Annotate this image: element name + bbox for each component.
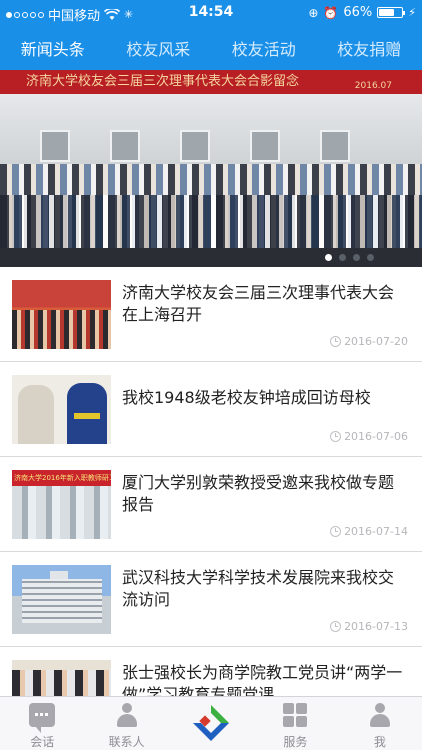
clock-icon bbox=[330, 336, 342, 347]
category-tab-bar: 新闻头条 校友风采 校友活动 校友捐赠 bbox=[0, 26, 422, 70]
tab-chats-label: 会话 bbox=[30, 735, 55, 749]
news-date-text: 2016-07-13 bbox=[344, 620, 408, 633]
news-title: 我校1948级老校友钟培成回访母校 bbox=[122, 388, 371, 407]
battery-percent: 66% bbox=[343, 5, 373, 20]
news-item[interactable]: 武汉科技大学科学技术发展院来我校交流访问 2016-07-13 bbox=[0, 552, 422, 647]
news-date: 2016-07-14 bbox=[330, 525, 408, 538]
tab-alumni-activities[interactable]: 校友活动 bbox=[226, 36, 302, 60]
clock-icon bbox=[330, 621, 342, 632]
news-date-text: 2016-07-14 bbox=[344, 525, 408, 538]
tab-alumni-profiles[interactable]: 校友风采 bbox=[120, 36, 196, 60]
page-dot-1[interactable] bbox=[325, 254, 332, 261]
tab-chats[interactable]: 会话 bbox=[0, 697, 84, 750]
news-thumbnail bbox=[12, 375, 111, 444]
news-date: 2016-07-20 bbox=[330, 335, 408, 348]
services-grid-icon bbox=[283, 703, 308, 727]
news-item[interactable]: 济南大学2016年新入职教师研习营 厦门大学别敦荣教授受邀来我校做专题报告 20… bbox=[0, 457, 422, 552]
news-date-text: 2016-07-20 bbox=[344, 335, 408, 348]
clock-icon bbox=[330, 431, 342, 442]
clock-icon bbox=[330, 526, 342, 537]
tab-contacts[interactable]: 联系人 bbox=[84, 697, 168, 750]
page-dot-2[interactable] bbox=[339, 254, 346, 261]
tab-news-headlines[interactable]: 新闻头条 bbox=[15, 36, 91, 60]
carousel-page-indicator[interactable] bbox=[325, 254, 374, 261]
status-bar: 中国移动 ✳ 14:54 ⊕ ⏰ 66% ⚡ bbox=[0, 0, 422, 26]
status-right: ⊕ ⏰ 66% ⚡ bbox=[308, 5, 416, 20]
news-item[interactable]: 济南大学校友会三届三次理事代表大会在上海召开 2016-07-20 bbox=[0, 267, 422, 362]
charging-bolt-icon: ⚡ bbox=[408, 6, 416, 19]
app-logo-icon bbox=[193, 705, 230, 741]
page-dot-4[interactable] bbox=[367, 254, 374, 261]
alarm-icon: ⏰ bbox=[323, 5, 339, 20]
news-title: 武汉科技大学科学技术发展院来我校交流访问 bbox=[122, 568, 395, 609]
banner-building-photo bbox=[0, 94, 422, 164]
banner-carousel[interactable]: 济南大学校友会三届三次理事代表大会合影留念 2016.07 bbox=[0, 70, 422, 267]
tab-me-label: 我 bbox=[373, 735, 386, 749]
me-icon bbox=[368, 703, 392, 727]
news-title: 济南大学校友会三届三次理事代表大会在上海召开 bbox=[122, 283, 395, 324]
tab-home-logo[interactable] bbox=[169, 697, 253, 750]
news-date: 2016-07-06 bbox=[330, 430, 408, 443]
battery-icon bbox=[377, 7, 406, 18]
tab-alumni-donations[interactable]: 校友捐赠 bbox=[331, 36, 407, 60]
contacts-icon bbox=[115, 703, 139, 727]
news-date-text: 2016-07-06 bbox=[344, 430, 408, 443]
news-item[interactable]: 我校1948级老校友钟培成回访母校 2016-07-06 bbox=[0, 362, 422, 457]
chat-icon bbox=[29, 703, 56, 733]
news-thumbnail bbox=[12, 565, 111, 634]
bottom-tab-bar: 会话 联系人 服务 我 bbox=[0, 696, 422, 750]
news-title: 厦门大学别敦荣教授受邀来我校做专题报告 bbox=[122, 473, 395, 514]
news-list: 济南大学校友会三届三次理事代表大会在上海召开 2016-07-20 我校1948… bbox=[0, 267, 422, 742]
banner-sign-text: 济南大学校友会三届三次理事代表大会合影留念 bbox=[26, 74, 300, 89]
banner-sign-date: 2016.07 bbox=[354, 81, 392, 91]
thumbnail-banner-text: 济南大学2016年新入职教师研习营 bbox=[12, 470, 111, 486]
page-dot-3[interactable] bbox=[353, 254, 360, 261]
tab-contacts-label: 联系人 bbox=[108, 735, 145, 749]
news-thumbnail bbox=[12, 280, 111, 349]
tab-me[interactable]: 我 bbox=[338, 697, 422, 750]
tab-services[interactable]: 服务 bbox=[253, 697, 337, 750]
news-date: 2016-07-13 bbox=[330, 620, 408, 633]
banner-sign: 济南大学校友会三届三次理事代表大会合影留念 2016.07 bbox=[0, 70, 422, 94]
news-thumbnail: 济南大学2016年新入职教师研习营 bbox=[12, 470, 111, 539]
tab-services-label: 服务 bbox=[283, 735, 308, 749]
orientation-lock-icon: ⊕ bbox=[308, 5, 319, 20]
